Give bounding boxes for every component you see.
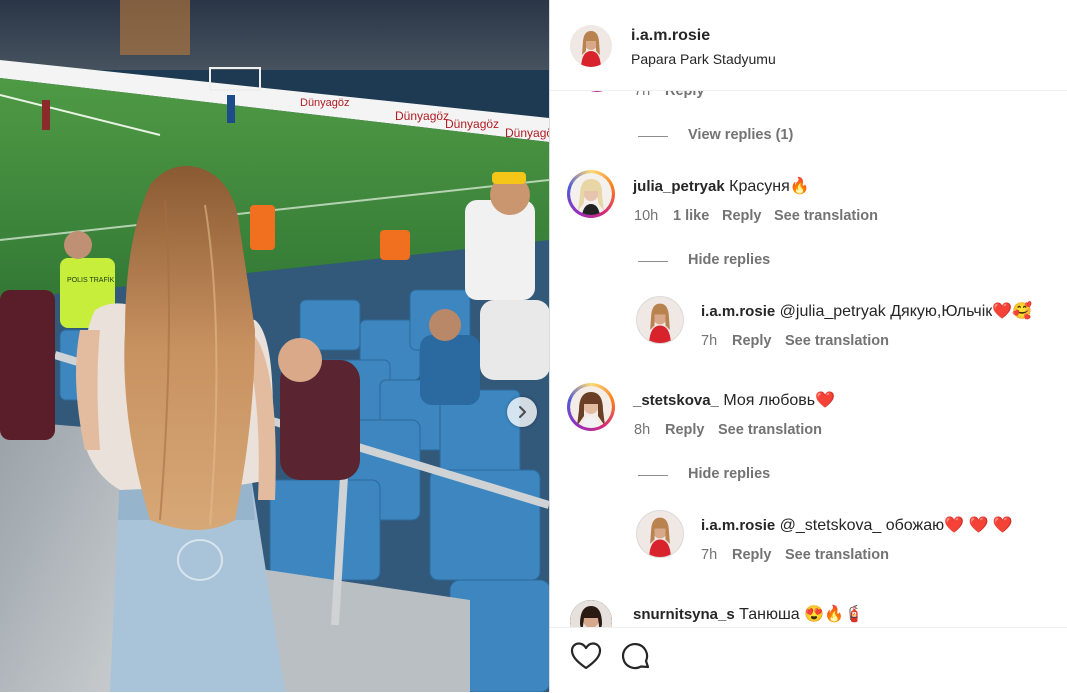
avatar[interactable] [636,510,684,558]
post-header: i.a.m.rosie Papara Park Stadyumu [550,0,1067,91]
reply-button[interactable]: Reply [665,90,705,99]
comment-username[interactable]: julia_petryak [633,178,725,195]
avatar[interactable] [570,25,612,67]
comment-text: Моя любовь [723,392,816,409]
avatar[interactable] [567,383,615,431]
reply-time: 7h [701,333,718,349]
reply-time: 7h [701,547,718,563]
thread-line [638,261,668,262]
fire-emoji: 🔥 [789,178,810,195]
hide-replies-button[interactable]: Hide replies [688,466,770,482]
see-translation-button[interactable]: See translation [774,208,878,224]
next-photo-button[interactable] [507,397,537,427]
reply-text: Дякую,Юльчік [890,303,993,320]
avatar[interactable] [570,600,612,627]
reply-username[interactable]: i.a.m.rosie [701,303,775,320]
ad-board-text: Dünyagöz [300,97,350,109]
comment-username[interactable]: snurnitsyna_s [633,606,735,623]
comment-time: 8h [634,422,651,438]
see-translation-button[interactable]: See translation [785,333,889,349]
comment-text: Красуня [729,178,790,195]
heart-emoji: ❤️ [815,392,836,409]
reply-button[interactable]: Reply [732,333,772,349]
reply-username[interactable]: i.a.m.rosie [701,517,775,534]
comment-text: Танюша [739,606,800,623]
avatar[interactable] [567,170,615,218]
heart-icon [570,642,602,675]
reply-button[interactable]: Reply [722,208,762,224]
comment-time: 7h [634,90,651,99]
like-button[interactable] [570,641,602,676]
see-translation-button[interactable]: See translation [718,422,822,438]
comment-username[interactable]: _stetskova_ [633,392,719,409]
reply-button[interactable]: Reply [732,547,772,563]
stadium-photo: Dünyagöz Dünyagöz Dünyagöz Dünyagöz [0,0,549,692]
post-actions-bar [550,627,1067,693]
view-replies-button[interactable]: View replies (1) [688,127,793,143]
post-location[interactable]: Papara Park Stadyumu [631,51,776,67]
reply-text: обожаю [885,517,945,534]
heart-emoji: ❤️ ❤️ ❤️ [944,517,1013,534]
reply-mention[interactable]: @_stetskova_ [780,517,882,534]
thread-line [638,136,668,137]
chevron-right-icon [515,405,529,419]
post-author-username[interactable]: i.a.m.rosie [631,27,710,45]
comment-icon [620,643,652,677]
comments-list: 7h Reply View replies (1) julia_petryak … [550,90,1067,627]
reply-mention[interactable]: @julia_petryak [780,303,886,320]
post-photo: Dünyagöz Dünyagöz Dünyagöz Dünyagöz [0,0,549,692]
steward-vest-text: POLIS TRAFİK [67,275,115,284]
reply-button[interactable]: Reply [665,422,705,438]
heart-emoji: ❤️🥰 [992,303,1033,320]
ad-board-text: Dünyagöz [395,109,449,123]
see-translation-button[interactable]: See translation [785,547,889,563]
thread-line [638,475,668,476]
ad-board-text: Dünyagöz [445,117,499,131]
avatar[interactable] [636,296,684,344]
comment-button[interactable] [620,641,652,678]
comment-time: 10h [634,208,659,224]
post-details-panel: i.a.m.rosie Papara Park Stadyumu 7h Repl… [550,0,1067,693]
likes-count[interactable]: 1 like [673,208,709,224]
emoji-group: 😍🔥🧯 [804,606,864,623]
hide-replies-button[interactable]: Hide replies [688,252,770,268]
